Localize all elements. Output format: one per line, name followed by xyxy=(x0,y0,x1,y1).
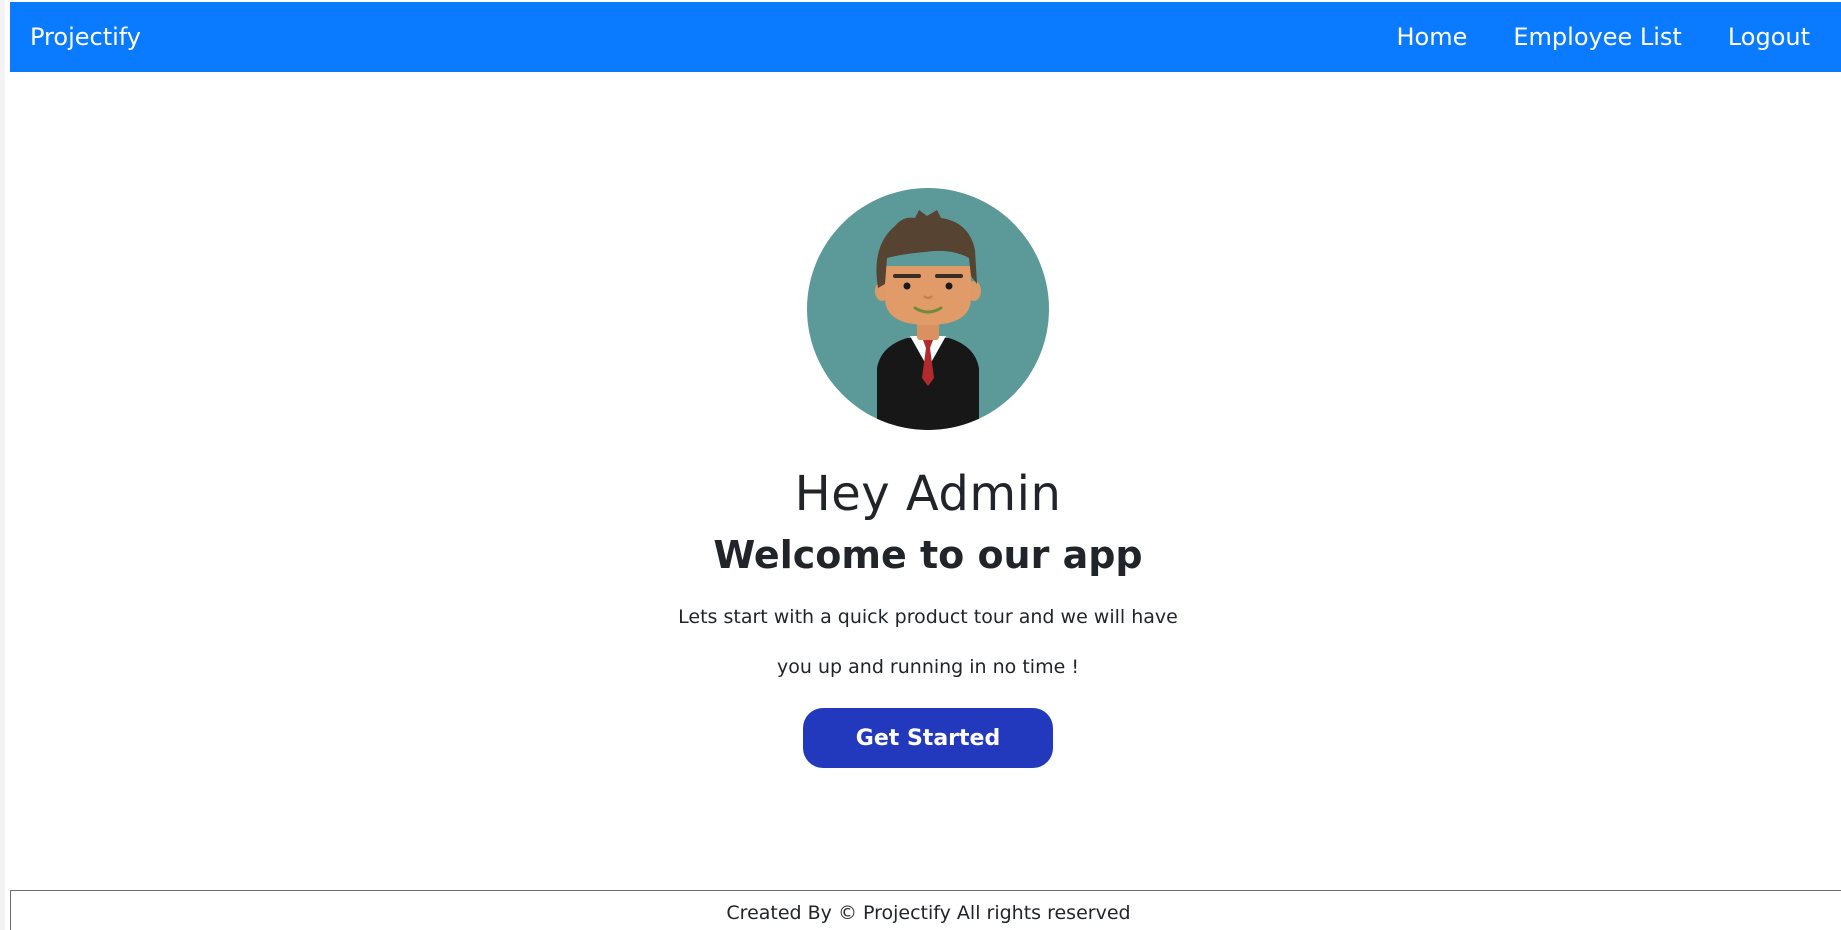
intro-line-1: Lets start with a quick product tour and… xyxy=(678,606,1178,628)
page: Projectify Home Employee List Logout Hey… xyxy=(0,0,1841,930)
nav-link-logout[interactable]: Logout xyxy=(1728,23,1810,51)
intro-line-2: you up and running in no time ! xyxy=(777,656,1079,678)
get-started-button[interactable]: Get Started xyxy=(803,708,1053,768)
footer: Created By © Projectify All rights reser… xyxy=(10,890,1841,930)
brand-link[interactable]: Projectify xyxy=(30,23,141,51)
nav-link-home[interactable]: Home xyxy=(1397,23,1468,51)
businessman-avatar-icon xyxy=(807,188,1049,430)
welcome-heading: Welcome to our app xyxy=(713,533,1143,577)
nav-link-employee-list[interactable]: Employee List xyxy=(1513,23,1681,51)
main-content: Hey Admin Welcome to our app Lets start … xyxy=(10,72,1841,890)
greeting-heading: Hey Admin xyxy=(794,466,1062,522)
nav-links: Home Employee List Logout xyxy=(1397,23,1811,51)
intro-text: Lets start with a quick product tour and… xyxy=(678,592,1178,692)
footer-copyright-text: Created By © Projectify All rights reser… xyxy=(726,902,1131,924)
top-navbar: Projectify Home Employee List Logout xyxy=(10,2,1841,72)
